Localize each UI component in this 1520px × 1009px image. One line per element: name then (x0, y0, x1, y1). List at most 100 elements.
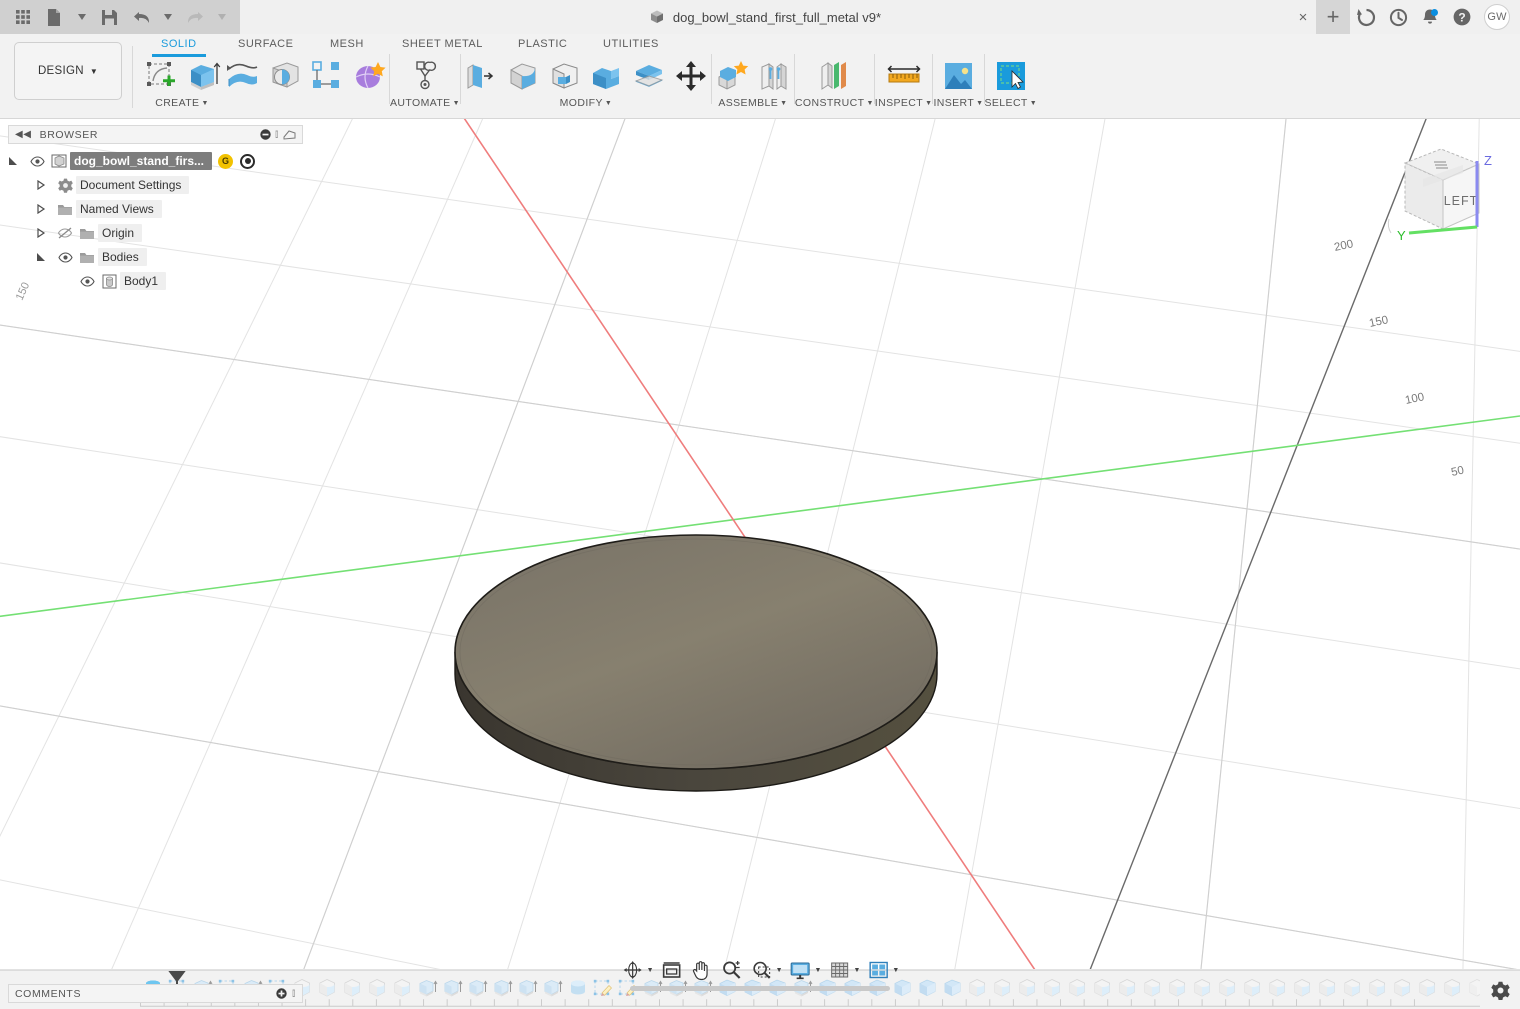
pan-button[interactable] (687, 957, 717, 983)
component-cube-icon (649, 9, 665, 25)
document-title: dog_bowl_stand_first_full_metal v9* (673, 10, 881, 25)
panel-modify-label[interactable]: MODIFY▼ (560, 97, 613, 109)
expander-expanded-icon[interactable] (36, 252, 54, 262)
chevron-down-icon[interactable]: ▼ (853, 967, 860, 974)
tree-node-named-views[interactable]: Named Views (8, 197, 303, 221)
comments-grip[interactable]: ⫾ (292, 987, 296, 1000)
display-settings-button[interactable]: ▼ (786, 957, 825, 983)
visibility-eye-icon[interactable] (26, 156, 48, 167)
apps-grid-icon[interactable] (8, 3, 38, 31)
new-tab-button[interactable]: + (1316, 0, 1350, 34)
tree-node-bodies[interactable]: Bodies (8, 245, 303, 269)
revolve-icon[interactable] (265, 56, 305, 96)
viewport-scrollbar[interactable] (630, 986, 890, 991)
bell-icon[interactable] (1414, 0, 1446, 34)
file-dropdown-caret-icon[interactable] (72, 3, 92, 31)
minus-circle-icon[interactable] (260, 129, 271, 140)
undo-dropdown-caret-icon[interactable] (158, 3, 178, 31)
activate-component-radio[interactable] (240, 154, 255, 169)
save-icon[interactable] (94, 3, 124, 31)
history-icon[interactable] (1382, 0, 1414, 34)
panel-assemble-label[interactable]: ASSEMBLE▼ (718, 97, 787, 109)
offset-face-icon[interactable] (629, 56, 669, 96)
document-tab[interactable]: dog_bowl_stand_first_full_metal v9* (240, 0, 1290, 34)
panel-create-label[interactable]: CREATE▼ (155, 97, 209, 109)
browser-panel: ◀◀ BROWSER ⫾ d (8, 125, 303, 293)
new-component-icon[interactable] (712, 56, 752, 96)
svg-text:150: 150 (1368, 314, 1389, 330)
chevron-down-icon[interactable]: ▼ (892, 967, 899, 974)
panel-construct-label[interactable]: CONSTRUCT▼ (795, 97, 874, 109)
workspace-switcher[interactable]: DESIGN ▼ (14, 42, 122, 100)
grid-snaps-button[interactable]: ▼ (824, 957, 863, 983)
navigation-bar: ▼ (618, 957, 903, 983)
offset-plane-icon[interactable] (814, 56, 854, 96)
panel-select-label[interactable]: SELECT▼ (985, 97, 1038, 109)
pattern-icon[interactable] (307, 56, 347, 96)
insert-image-icon[interactable] (938, 56, 978, 96)
create-sketch-icon[interactable] (141, 56, 181, 96)
visibility-eye-icon[interactable] (76, 276, 98, 287)
panel-construct-icons (814, 56, 854, 96)
redo-dropdown-caret-icon[interactable] (212, 3, 232, 31)
chevron-down-icon[interactable]: ▼ (776, 967, 783, 974)
tree-node-origin[interactable]: Origin (8, 221, 303, 245)
component-icon (48, 154, 70, 168)
timeline-settings-button[interactable] (1480, 981, 1520, 1000)
press-pull-icon[interactable] (461, 56, 501, 96)
orbit-button[interactable]: ▼ (618, 957, 657, 983)
move-copy-icon[interactable] (671, 56, 711, 96)
comments-panel[interactable]: COMMENTS ⫾ (8, 984, 303, 1003)
panel-inspect-label[interactable]: INSPECT▼ (875, 97, 933, 109)
extrude-icon[interactable] (183, 56, 223, 96)
timeline-ruler (140, 998, 1480, 1007)
automate-icon[interactable] (405, 56, 445, 96)
combine-icon[interactable] (587, 56, 627, 96)
collapse-left-icon[interactable]: ◀◀ (15, 129, 32, 140)
expander-collapsed-icon[interactable] (36, 204, 54, 214)
fillet-icon[interactable] (503, 56, 543, 96)
chevron-down-icon[interactable]: ▼ (647, 967, 654, 974)
browser-dock-icon[interactable] (283, 129, 296, 140)
select-icon[interactable] (991, 56, 1031, 96)
file-icon[interactable] (40, 3, 70, 31)
view-cube[interactable]: LEFT Z Y (1385, 137, 1500, 252)
browser-header: ◀◀ BROWSER ⫾ (8, 125, 303, 144)
viewports-button[interactable]: ▼ (863, 957, 902, 983)
tree-node-body1[interactable]: Body1 (8, 269, 303, 293)
expander-collapsed-icon[interactable] (36, 228, 54, 238)
close-tab-button[interactable]: × (1290, 0, 1316, 34)
zoom-window-button[interactable]: ▼ (747, 957, 786, 983)
fit-button[interactable] (657, 957, 687, 983)
folder-icon (76, 251, 98, 264)
panel-grip[interactable]: ⫾ (275, 128, 279, 141)
panel-inspect: INSPECT▼ (875, 34, 933, 106)
refresh-icon[interactable] (1350, 0, 1382, 34)
create-form-icon[interactable] (349, 56, 389, 96)
zoom-button[interactable] (717, 957, 747, 983)
panel-automate-label[interactable]: AUTOMATE▼ (390, 97, 460, 109)
visibility-eye-icon[interactable] (54, 252, 76, 263)
joint-icon[interactable] (754, 56, 794, 96)
orbit-icon (621, 958, 645, 982)
tree-node-document-settings[interactable]: Document Settings (8, 173, 303, 197)
component-state-badge[interactable]: G (218, 154, 233, 169)
redo-icon[interactable] (180, 3, 210, 31)
patch-surface-icon[interactable] (223, 56, 263, 96)
shell-icon[interactable] (545, 56, 585, 96)
help-icon[interactable]: ? (1446, 0, 1478, 34)
chevron-down-icon[interactable]: ▼ (815, 967, 822, 974)
browser-title: BROWSER (40, 129, 98, 141)
plus-circle-icon[interactable] (276, 988, 287, 999)
panel-create-icons (141, 56, 223, 96)
expander-expanded-icon[interactable] (8, 156, 26, 166)
avatar[interactable]: GW (1484, 4, 1510, 30)
undo-icon[interactable] (126, 3, 156, 31)
panel-insert-label[interactable]: INSERT▼ (933, 97, 983, 109)
visibility-hidden-eye-icon[interactable] (54, 227, 76, 239)
panel-create-extra (223, 34, 389, 106)
measure-icon[interactable] (884, 56, 924, 96)
tree-node-root[interactable]: dog_bowl_stand_firs... G (8, 149, 303, 173)
axis-y-label: Y (1397, 228, 1406, 243)
expander-collapsed-icon[interactable] (36, 180, 54, 190)
